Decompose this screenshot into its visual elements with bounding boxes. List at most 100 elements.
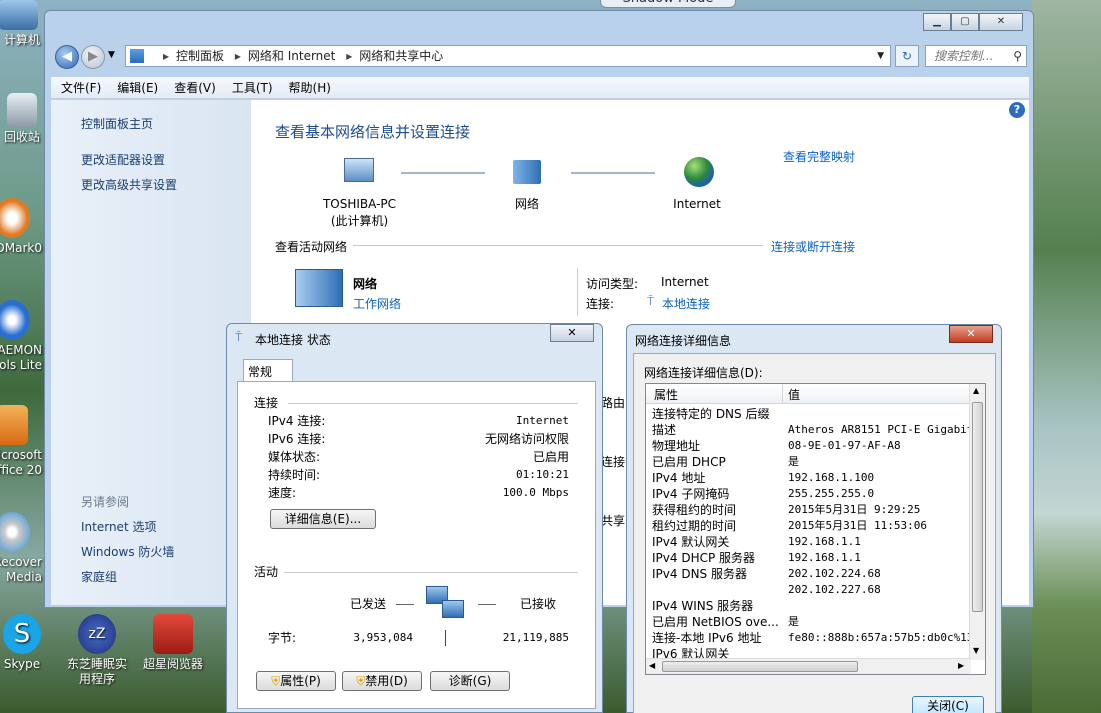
properties-button[interactable]: ⛨属性(P)	[256, 671, 336, 691]
view-full-map-link[interactable]: 查看完整映射	[783, 148, 855, 165]
ipv6-value: 无网络访问权限	[484, 432, 569, 446]
table-row[interactable]: IPv4 WINS 服务器	[652, 598, 971, 614]
table-row[interactable]: 连接-本地 IPv6 地址 fe80::888b:657a:57b5:db0c%1…	[652, 630, 971, 646]
menu-file[interactable]: 文件(F)	[61, 77, 101, 98]
maximize-button[interactable]: ▢	[951, 13, 979, 31]
scroll-left-arrow-icon[interactable]: ◀	[649, 661, 655, 670]
horizontal-scrollbar[interactable]: ◀ ▶	[646, 658, 971, 674]
node-internet-label[interactable]: Internet	[657, 196, 737, 213]
media-state-value: 已启用	[532, 450, 569, 464]
address-box[interactable]: ▸ 控制面板 ▸ 网络和 Internet ▸ 网络和共享中心 ▼	[125, 45, 891, 67]
map-connector-line	[401, 172, 485, 174]
table-row[interactable]: IPv4 DNS 服务器 202.102.224.68	[652, 566, 971, 582]
desktop-icon-label: 东芝睡眠实用程序	[66, 657, 127, 686]
property-cell: IPv4 DHCP 服务器	[652, 551, 756, 565]
network-activity-icon	[426, 586, 466, 628]
link-internet-options[interactable]: Internet 选项	[81, 518, 156, 535]
table-row[interactable]: IPv4 地址 192.168.1.100	[652, 470, 971, 486]
desktop-icon-label: Skype	[3, 657, 41, 671]
help-icon[interactable]: ?	[1009, 102, 1025, 118]
desktop-icon-skype[interactable]: S Skype	[0, 614, 52, 672]
breadcrumb-network-sharing-center[interactable]: 网络和共享中心	[359, 49, 443, 63]
desktop-icon-computer[interactable]: 计算机	[0, 0, 48, 48]
back-button[interactable]: ◀	[55, 45, 79, 69]
dialog-close-button[interactable]: ✕	[949, 325, 993, 343]
dialog-close-button[interactable]: ✕	[550, 324, 594, 342]
table-row[interactable]: 已启用 NetBIOS ove... 是	[652, 614, 971, 630]
property-cell: IPv4 子网掩码	[652, 487, 730, 501]
globe-icon	[684, 157, 714, 187]
connect-disconnect-link[interactable]: 连接或断开连接	[771, 238, 855, 255]
scroll-hthumb[interactable]	[662, 661, 858, 672]
value-cell: 2015年5月31日 9:29:25	[788, 503, 921, 516]
vertical-scrollbar[interactable]: ▲ ▼	[969, 384, 985, 660]
duration-label: 持续时间:	[268, 468, 321, 482]
breadcrumb-network-internet[interactable]: 网络和 Internet	[248, 49, 335, 63]
menu-edit[interactable]: 编辑(E)	[117, 77, 158, 98]
menu-view[interactable]: 查看(V)	[174, 77, 216, 98]
table-row[interactable]: IPv4 子网掩码 255.255.255.0	[652, 486, 971, 502]
desktop-icon-3dmark[interactable]: DMark0	[0, 198, 42, 256]
local-connection-link[interactable]: 本地连接	[662, 295, 710, 312]
property-cell: IPv4 DNS 服务器	[652, 567, 747, 581]
recent-pages-dropdown[interactable]: ▼	[108, 50, 115, 60]
breadcrumb-control-panel[interactable]: 控制面板	[176, 49, 224, 63]
node-network-label[interactable]: 网络	[487, 196, 567, 213]
ipv6-label: IPv6 连接:	[268, 432, 326, 446]
desktop-icon-recover-media[interactable]: Recover Media	[0, 512, 42, 585]
table-row[interactable]: IPv4 默认网关 192.168.1.1	[652, 534, 971, 550]
search-input[interactable]: 搜索控制... ⚲	[925, 45, 1027, 67]
link-control-panel-home[interactable]: 控制面板主页	[81, 115, 153, 132]
table-row[interactable]: 获得租约的时间 2015年5月31日 9:29:25	[652, 502, 971, 518]
connection-section-label: 连接	[254, 396, 279, 410]
table-row[interactable]: 连接特定的 DNS 后缀	[652, 406, 971, 422]
link-homegroup[interactable]: 家庭组	[81, 568, 117, 585]
details-button[interactable]: 详细信息(E)...	[270, 509, 376, 529]
table-row[interactable]: IPv4 DHCP 服务器 192.168.1.1	[652, 550, 971, 566]
details-listview[interactable]: 属性 值 连接特定的 DNS 后缀 描述 Atheros AR8151 PCI-E …	[645, 383, 986, 675]
sleep-utility-icon: zZ	[78, 614, 116, 654]
table-row[interactable]: 已启用 DHCP 是	[652, 454, 971, 470]
property-cell: 租约过期的时间	[652, 519, 737, 533]
details-panel: 网络连接详细信息(D): 属性 值 连接特定的 DNS 后缀 描述 Atheros …	[633, 353, 996, 713]
scroll-right-arrow-icon[interactable]: ▶	[958, 661, 964, 670]
received-label: 已接收	[520, 597, 557, 611]
scroll-thumb[interactable]	[972, 402, 983, 612]
property-cell: 获得租约的时间	[652, 503, 737, 517]
shield-icon: ⛨	[271, 674, 281, 688]
shadow-mode-banner: Shadow Mode	[600, 0, 736, 8]
link-windows-firewall[interactable]: Windows 防火墙	[81, 543, 174, 560]
work-network-icon	[295, 269, 343, 307]
desktop-icon-superstar-reader[interactable]: 超星阅览器	[140, 614, 206, 672]
node-computer[interactable]: TOSHIBA-PC (此计算机)	[301, 196, 418, 230]
desktop-icon-ms-office[interactable]: Microsoft Office 20	[0, 405, 42, 478]
column-property-header[interactable]: 属性	[654, 386, 678, 403]
tab-general[interactable]: 常规	[243, 359, 293, 382]
address-bar-row: ◀ ▶ ▼ ▸ 控制面板 ▸ 网络和 Internet ▸ 网络和共享中心 ▼ ↻ 搜…	[53, 44, 1028, 70]
desktop-icon-toshiba-sleep[interactable]: zZ 东芝睡眠实用程序	[66, 614, 128, 687]
scroll-up-arrow-icon[interactable]: ▲	[973, 386, 979, 395]
refresh-button[interactable]: ↻	[895, 45, 919, 67]
close-dialog-button[interactable]: 关闭(C)	[912, 696, 984, 713]
desktop-icon-label: 计算机	[3, 33, 40, 47]
column-value-header[interactable]: 值	[788, 386, 800, 403]
property-cell: 连接-本地 IPv6 地址	[652, 631, 762, 645]
table-row[interactable]: 物理地址 08-9E-01-97-AF-A8	[652, 438, 971, 454]
search-placeholder: 搜索控制...	[934, 49, 994, 63]
link-change-adapter-settings[interactable]: 更改适配器设置	[81, 151, 165, 168]
scroll-down-arrow-icon[interactable]: ▼	[973, 646, 979, 655]
link-change-advanced-sharing[interactable]: 更改高级共享设置	[81, 176, 177, 193]
table-row[interactable]: 202.102.227.68	[652, 582, 971, 598]
menu-help[interactable]: 帮助(H)	[289, 77, 331, 98]
network-type-link[interactable]: 工作网络	[353, 295, 401, 312]
desktop-icon-daemon-tools[interactable]: DAEMON Tools Lite	[0, 300, 42, 373]
table-row[interactable]: 描述 Atheros AR8151 PCI-E Gigabit E	[652, 422, 971, 438]
menu-tools[interactable]: 工具(T)	[232, 77, 273, 98]
disable-button[interactable]: ⛨禁用(D)	[342, 671, 422, 691]
close-button[interactable]: ✕	[979, 13, 1023, 31]
forward-button[interactable]: ▶	[81, 45, 105, 69]
diagnose-button[interactable]: 诊断(G)	[430, 671, 510, 691]
table-row[interactable]: 租约过期的时间 2015年5月31日 11:53:06	[652, 518, 971, 534]
address-dropdown-icon[interactable]: ▼	[877, 46, 884, 66]
minimize-button[interactable]: ▁	[923, 13, 951, 31]
